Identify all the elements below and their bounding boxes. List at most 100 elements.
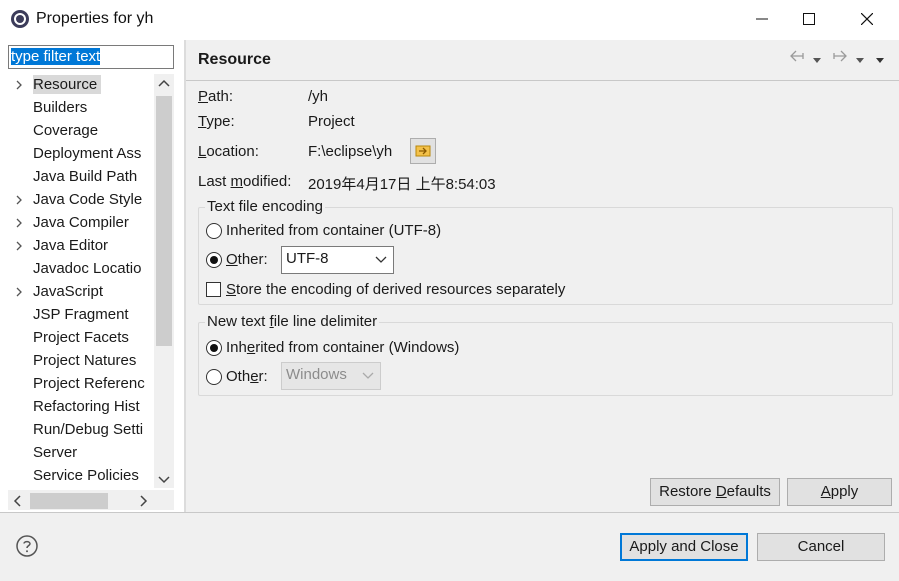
tree-item[interactable]: Service Policies [8,465,154,488]
path-label: Path: [198,88,234,105]
tree-item-label: Resource [33,75,102,94]
tree-item-label: Java Editor [33,237,109,254]
back-arrow-icon[interactable] [789,49,805,67]
type-value: Project [308,113,355,130]
window-title: Properties for yh [36,10,154,27]
scrollbar-corner [154,490,174,510]
forward-arrow-icon[interactable] [832,49,848,67]
store-encoding-label: Store the encoding of derived resources … [226,281,566,298]
expand-chevron-right-icon[interactable] [14,193,26,207]
tree-item-label: Refactoring Hist [33,398,140,415]
delimiter-other-radio[interactable] [206,369,222,385]
encoding-select-value: UTF-8 [286,250,329,267]
help-icon [16,535,38,557]
tree-item[interactable]: Java Code Style [8,189,154,212]
tree-item-label: Coverage [33,122,99,139]
tree-item[interactable]: Refactoring Hist [8,396,154,419]
line-delimiter-title: New text file line delimiter [205,313,380,330]
store-encoding-checkbox[interactable] [206,282,221,297]
apply-and-close-button[interactable]: Apply and Close [620,533,748,561]
tree-item-label: Java Compiler [33,214,129,231]
expand-chevron-right-icon[interactable] [14,239,26,253]
tree-vertical-scroll-thumb[interactable] [156,96,172,346]
tree-item[interactable]: Java Editor [8,235,154,258]
tree-item[interactable]: Java Compiler [8,212,154,235]
tree-item-label: Builders [33,99,88,116]
tree-item[interactable]: Builders [8,97,154,120]
encoding-other-radio[interactable] [206,252,222,268]
tree-item-label: Service Policies [33,467,139,484]
open-folder-icon [415,145,431,157]
maximize-icon [803,13,815,25]
tree-item-label: JavaScript [33,283,104,300]
last-modified-value: 2019年4月17日 上午8:54:03 [308,176,496,193]
tree-item[interactable]: Project Natures [8,350,154,373]
forward-menu-chevron-down-icon[interactable] [855,52,865,69]
delimiter-other-label: Other: [226,368,268,385]
location-value: F:\eclipse\yh [308,143,393,160]
eclipse-app-icon [10,9,30,29]
tree-item-label: Java Build Path [33,168,138,185]
back-menu-chevron-down-icon[interactable] [812,52,822,69]
tree-item[interactable]: Run/Debug Setti [8,419,154,442]
view-menu-chevron-down-icon[interactable] [875,52,885,69]
tree-item-label: Project Natures [33,352,137,369]
restore-defaults-button[interactable]: Restore Defaults [650,478,780,506]
tree-item[interactable]: Coverage [8,120,154,143]
expand-chevron-right-icon[interactable] [14,78,26,92]
close-button[interactable] [844,4,890,34]
location-label: Location: [198,143,259,160]
panel-divider[interactable] [184,40,186,512]
tree-item-label: Java Code Style [33,191,143,208]
maximize-button[interactable] [786,4,832,34]
header-separator [186,80,899,81]
tree-item-label: Deployment Ass [33,145,142,162]
tree-item-label: Javadoc Locatio [33,260,142,277]
tree-item[interactable]: Project Referenc [8,373,154,396]
minimize-button[interactable] [739,4,785,34]
filter-text: type filter text [11,48,101,65]
show-in-explorer-button[interactable] [410,138,436,164]
encoding-other-label: Other: [226,251,268,268]
scroll-left-arrow-icon[interactable] [12,494,24,512]
tree-item[interactable]: Server [8,442,154,465]
close-icon [861,13,873,25]
tree-horizontal-scroll-thumb[interactable] [30,493,108,509]
tree-item[interactable]: Resource [8,74,154,97]
tree-item[interactable]: JSP Fragment [8,304,154,327]
minimize-icon [756,18,768,20]
tree-item-label: Project Referenc [33,375,145,392]
delimiter-inherited-radio[interactable] [206,340,222,356]
help-button[interactable] [15,534,39,562]
scroll-right-arrow-icon[interactable] [137,494,149,512]
scroll-down-arrow-icon[interactable] [157,472,171,489]
tree-item[interactable]: Javadoc Locatio [8,258,154,281]
tree-item[interactable]: Java Build Path [8,166,154,189]
tree-item-label: Run/Debug Setti [33,421,144,438]
encoding-inherited-radio[interactable] [206,223,222,239]
encoding-select[interactable]: UTF-8 [281,246,394,274]
expand-chevron-right-icon[interactable] [14,216,26,230]
delimiter-inherited-label: Inherited from container (Windows) [226,339,460,356]
tree-item-label: Project Facets [33,329,129,346]
tree-item[interactable]: JavaScript [8,281,154,304]
encoding-inherited-label: Inherited from container (UTF-8) [226,222,442,239]
tree-item[interactable]: Deployment Ass [8,143,154,166]
page-title: Resource [198,51,271,68]
tree-item-label: Server [33,444,78,461]
expand-chevron-right-icon[interactable] [14,285,26,299]
delimiter-select[interactable]: Windows [281,362,381,390]
delimiter-select-value: Windows [286,366,347,383]
last-modified-label: Last modified: [198,173,292,190]
filter-input[interactable]: type filter text [8,45,174,69]
text-file-encoding-title: Text file encoding [205,198,325,215]
cancel-button[interactable]: Cancel [757,533,885,561]
footer-separator [0,512,899,513]
type-label: Type: [198,113,235,130]
apply-button[interactable]: Apply [787,478,892,506]
scroll-up-arrow-icon[interactable] [157,77,171,94]
tree-item[interactable]: Project Facets [8,327,154,350]
chevron-down-icon [375,256,387,263]
properties-tree[interactable]: Resource Builders Coverage Deployment Ass Ja… [8,74,154,488]
tree-item-label: JSP Fragment [33,306,129,323]
